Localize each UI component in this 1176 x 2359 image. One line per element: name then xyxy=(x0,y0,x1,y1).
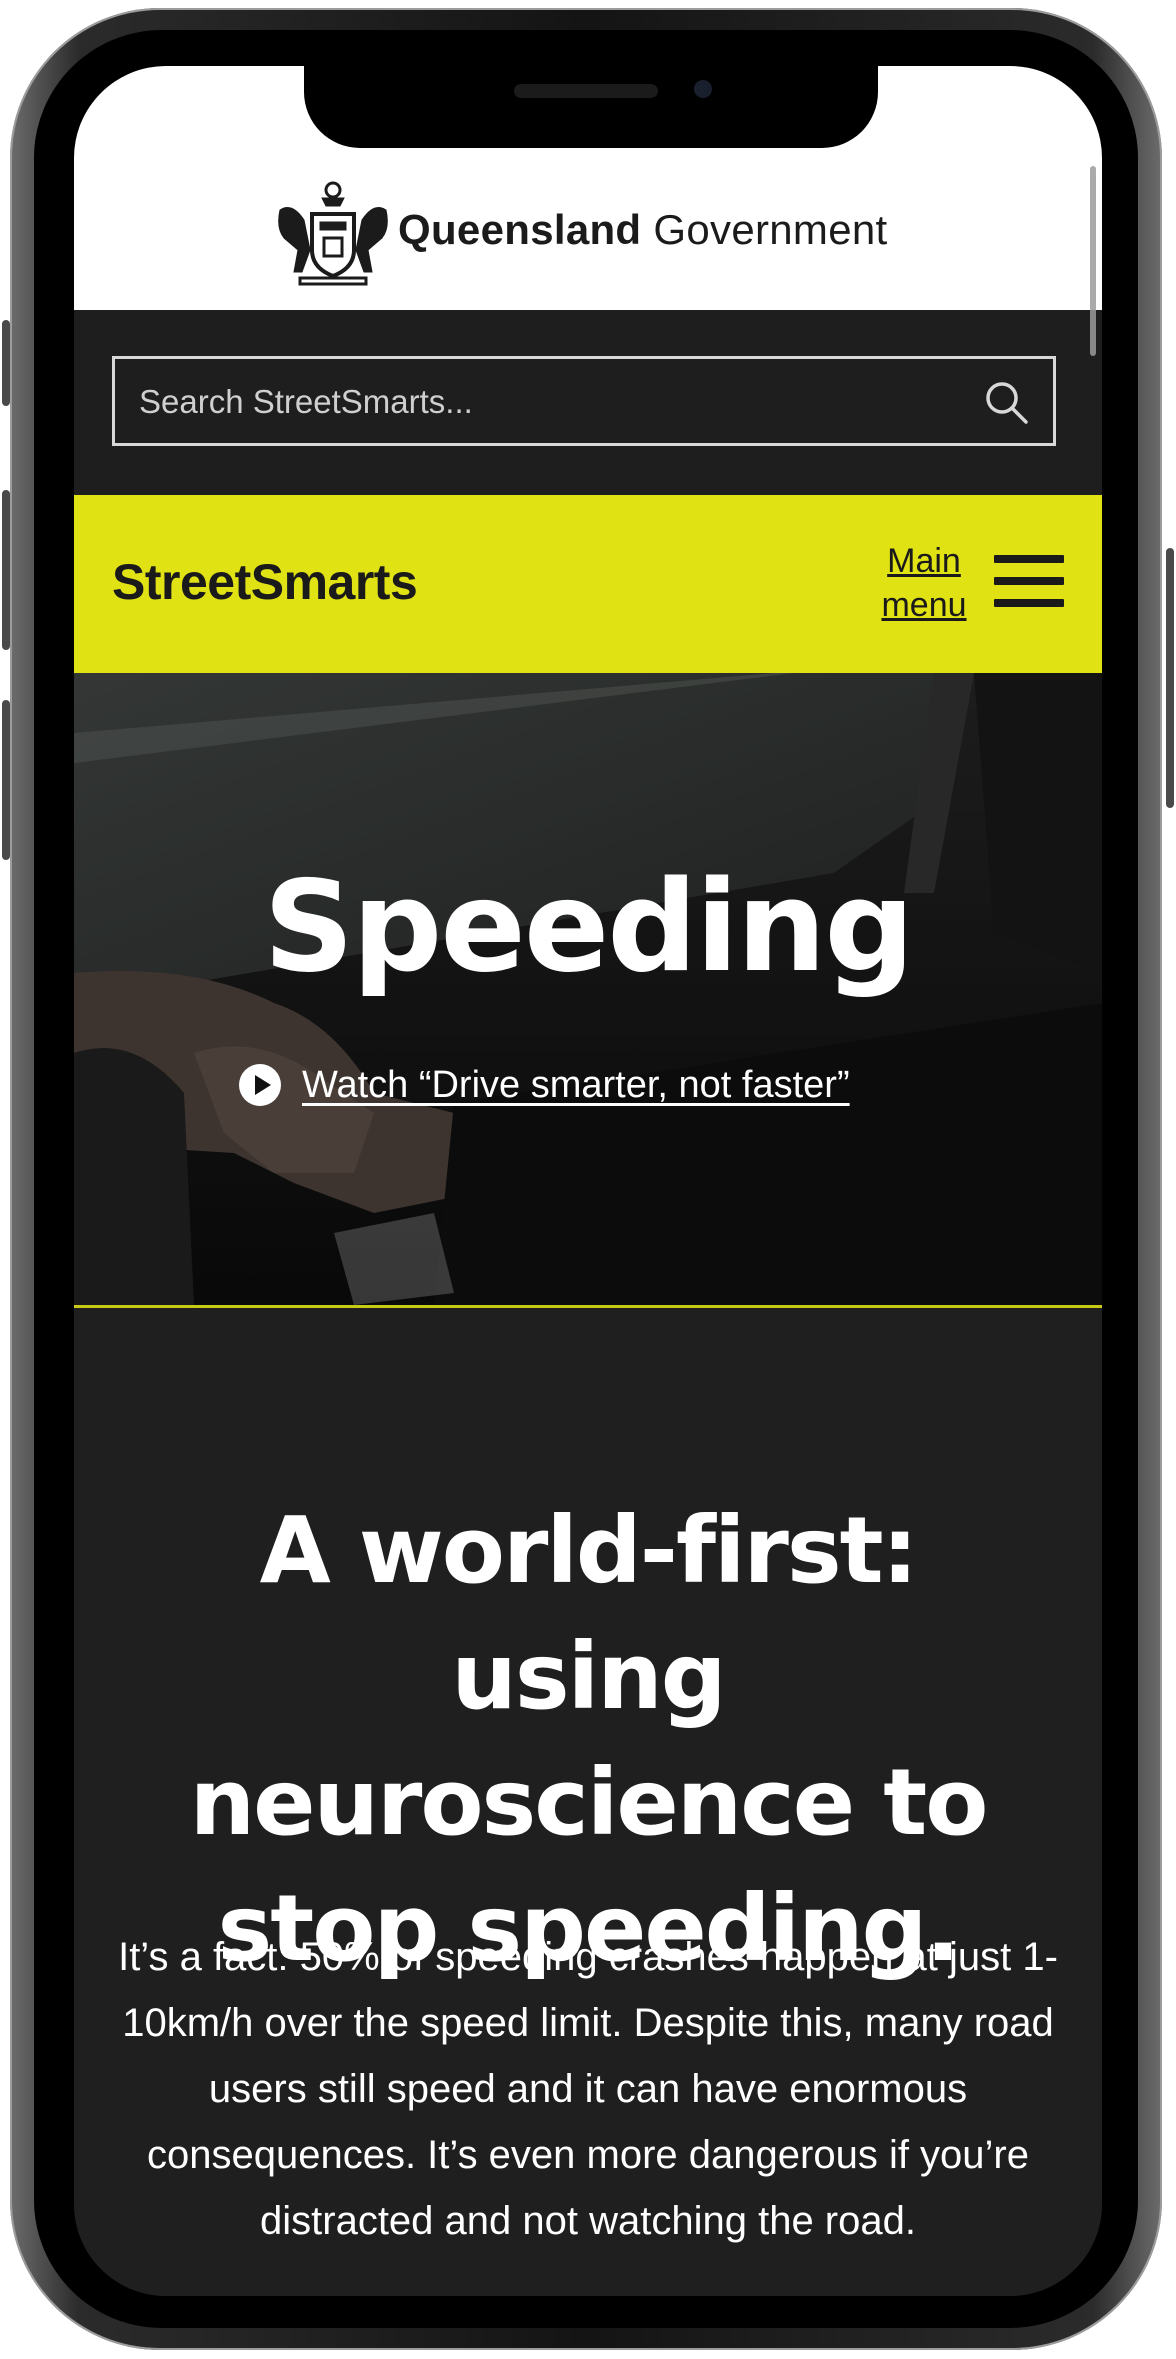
notch-camera xyxy=(694,80,712,98)
search-input[interactable] xyxy=(137,359,961,445)
hamburger-menu-icon[interactable] xyxy=(994,555,1064,611)
phone-volume-down-button xyxy=(2,700,10,860)
watch-video-link[interactable]: Watch “Drive smarter, not faster” xyxy=(238,1063,850,1107)
main-content: A world-first: using neuroscience to sto… xyxy=(74,1308,1102,2296)
main-menu-label-line1: Main xyxy=(887,542,961,580)
main-menu-button[interactable]: Main menu xyxy=(869,539,979,627)
government-name-bold: Queensland xyxy=(398,206,642,253)
phone-volume-up-button xyxy=(2,490,10,650)
search-box xyxy=(112,356,1056,446)
intro-paragraph: It’s a fact: 50% of speeding crashes hap… xyxy=(118,1935,1058,2243)
hero-banner: Speeding Watch “Drive smarter, not faste… xyxy=(74,673,1102,1305)
play-icon[interactable] xyxy=(238,1063,282,1107)
phone-notch xyxy=(304,66,878,148)
section-headline: A world-first: using neuroscience to sto… xyxy=(114,1488,1062,1992)
site-logo-text[interactable]: StreetSmarts xyxy=(112,553,418,611)
page-scrollbar[interactable] xyxy=(1090,166,1096,356)
phone-side-button xyxy=(2,320,10,406)
government-name[interactable]: Queensland Government xyxy=(398,206,888,254)
main-menu-label-line2: menu xyxy=(881,586,967,624)
phone-power-button xyxy=(1166,548,1174,808)
queensland-crest-icon[interactable] xyxy=(274,180,392,288)
section-headline-line1: A world-first: using xyxy=(259,1497,919,1730)
hero-title: Speeding xyxy=(263,853,914,1000)
site-navigation-bar: StreetSmarts Main menu xyxy=(74,495,1102,673)
notch-speaker xyxy=(514,84,658,98)
search-bar-region xyxy=(74,310,1102,495)
watch-video-link-text[interactable]: Watch “Drive smarter, not faster” xyxy=(302,1064,850,1107)
government-name-regular: Government xyxy=(653,206,888,253)
section-headline-line2: neuroscience to xyxy=(189,1749,989,1856)
phone-screen: Queensland Government StreetSmarts Main … xyxy=(74,66,1102,2296)
search-icon[interactable] xyxy=(983,379,1029,425)
